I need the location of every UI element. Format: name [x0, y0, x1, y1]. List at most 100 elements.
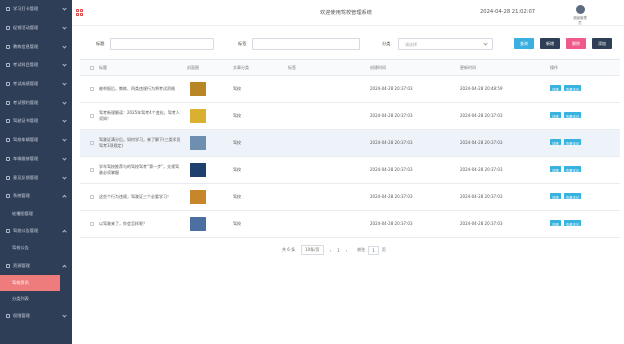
sidebar-subitem-notice[interactable]: 驾校公告 — [0, 240, 72, 256]
detail-button[interactable]: 详情 — [550, 193, 561, 200]
view-comments-button[interactable]: 查看评论 — [563, 139, 582, 146]
chevron-down-icon — [62, 43, 67, 49]
sidebar-item-subject[interactable]: 考试科目管理 — [0, 56, 72, 75]
sidebar-item-resources[interactable]: 资源管理 — [0, 256, 72, 275]
sidebar-item-checkin[interactable]: 学习打卡管理 — [0, 0, 72, 19]
row-checkbox[interactable] — [90, 114, 94, 118]
chevron-down-icon — [62, 118, 67, 123]
row-checkbox[interactable] — [90, 87, 94, 91]
sidebar-item-label: 考试预约管理 — [13, 99, 39, 105]
view-comments-button[interactable]: 查看评论 — [563, 85, 582, 92]
col-category[interactable]: 文章分类 — [229, 65, 284, 71]
tag-label: 标签 — [238, 41, 247, 46]
category-select[interactable]: 请选择 — [398, 38, 493, 50]
gear-icon — [6, 194, 10, 199]
goto-input[interactable]: 1 — [368, 245, 379, 255]
col-updated[interactable]: 更新时间 — [456, 65, 546, 71]
tag-input[interactable] — [252, 38, 360, 50]
title-input[interactable] — [110, 38, 214, 50]
select-all-checkbox[interactable] — [90, 65, 94, 70]
row-category: 驾校 — [233, 140, 241, 145]
chevron-down-icon — [62, 100, 67, 105]
table-row[interactable]: 被举报后，教练、四类违规行为将考试资格 驾校 2024-04-28 20:37:03… — [80, 76, 620, 103]
menu-icon — [6, 100, 10, 105]
sidebar-item-license[interactable]: 驾驶证书管理 — [0, 112, 72, 131]
sidebar-item-promotion[interactable]: 促销活动管理 — [0, 19, 72, 38]
sidebar-item-label: 教练信息管理 — [13, 43, 39, 49]
page-unit: 页 — [381, 247, 386, 252]
add-button[interactable]: 新增 — [540, 38, 560, 49]
sidebar: 学习打卡管理 促销活动管理 教练信息管理 考试科目管理 考试成绩管理 考试预约管… — [0, 0, 72, 344]
chevron-down-icon — [483, 41, 488, 46]
row-category: 驾校 — [233, 194, 241, 199]
menu-toggle-icon[interactable] — [76, 9, 83, 16]
view-comments-button[interactable]: 查看评论 — [563, 193, 582, 200]
col-title[interactable]: 标题 — [95, 65, 183, 71]
row-title: 被举报后，教练、四类违规行为将考试资格 — [99, 86, 175, 91]
sidebar-item-vehicle[interactable]: 驾校车辆管理 — [0, 131, 72, 150]
sidebar-item-label: 学习打卡管理 — [13, 6, 39, 12]
sidebar-item-score[interactable]: 考试成绩管理 — [0, 75, 72, 94]
sidebar-item-label: 轮播图管理 — [12, 210, 33, 216]
menu-icon — [6, 7, 10, 12]
sidebar-item-coach[interactable]: 教练信息管理 — [0, 37, 72, 56]
menu-icon — [6, 82, 10, 87]
query-button[interactable]: 查询 — [514, 38, 534, 49]
table-row[interactable]: 以驾驶来了，你会怎样呢？ 驾校 2024-04-28 20:37:03 2024-04… — [80, 211, 620, 238]
row-checkbox[interactable] — [90, 141, 94, 145]
chevron-down-icon — [62, 137, 67, 142]
pagination: 共 6 条 10条/页 ‹ 1 › 前往 1 页 — [282, 245, 386, 255]
detail-button[interactable]: 详情 — [550, 139, 561, 146]
menu-icon — [6, 26, 10, 31]
table-row[interactable]: 驾驶证满分后，如何学习，来了解下(三类学员驾考3项规定) 驾校 2024-04-28… — [80, 130, 620, 157]
row-category: 驾校 — [233, 86, 241, 91]
prev-page-button[interactable]: ‹ — [330, 248, 332, 253]
detail-button[interactable]: 详情 — [550, 85, 561, 92]
table-row[interactable]: 驾考新规解读：2025年驾考4个变化，驾考人须知！ 驾校 2024-04-28 20… — [80, 103, 620, 130]
table-row[interactable]: 学车驾校推荐与的驾校驾考”第一步”，交规驾驶必须掌握 驾校 2024-04-28 2… — [80, 157, 620, 184]
row-created: 2024-04-28 20:37:03 — [370, 167, 413, 172]
sidebar-item-label: 车辆维修管理 — [13, 155, 39, 161]
sidebar-item-booking[interactable]: 考试预约管理 — [0, 93, 72, 112]
avatar — [575, 5, 585, 14]
watermark: CSDN @kybs1991 — [548, 329, 616, 338]
sidebar-item-label: 权限管理 — [13, 313, 30, 319]
sidebar-item-notice[interactable]: 驾校公告管理 — [0, 222, 72, 241]
row-checkbox[interactable] — [90, 195, 94, 199]
page-size-select[interactable]: 10条/页 — [301, 245, 324, 255]
detail-button[interactable]: 详情 — [550, 166, 561, 173]
row-title: 以驾驶来了，你会怎样呢？ — [99, 221, 147, 226]
page-number[interactable]: 1 — [337, 248, 340, 253]
table-row[interactable]: 这些个行为违规，驾驶证三个必要学习！ 驾校 2024-04-28 20:37:03 2… — [80, 184, 620, 211]
row-updated: 2024-04-28 20:37:03 — [460, 194, 503, 199]
view-comments-button[interactable]: 查看评论 — [563, 220, 582, 227]
chevron-up-icon — [62, 229, 67, 234]
export-button[interactable]: 添加 — [592, 38, 612, 49]
chevron-down-icon — [62, 6, 67, 11]
cover-thumbnail — [190, 217, 206, 231]
total-count: 共 6 条 — [282, 247, 296, 252]
row-checkbox[interactable] — [90, 168, 94, 172]
sidebar-item-feedback[interactable]: 意见反馈管理 — [0, 168, 72, 187]
sidebar-item-label: 考试科目管理 — [13, 62, 39, 68]
view-comments-button[interactable]: 查看评论 — [563, 112, 582, 119]
cover-thumbnail — [190, 136, 206, 150]
delete-button[interactable]: 删除 — [566, 38, 586, 49]
row-checkbox[interactable] — [90, 222, 94, 226]
detail-button[interactable]: 详情 — [550, 112, 561, 119]
sidebar-item-repair[interactable]: 车辆维修管理 — [0, 150, 72, 169]
sidebar-subitem-news[interactable]: 驾校资讯 — [0, 274, 60, 291]
col-created[interactable]: 创建时间 — [366, 65, 456, 71]
user-menu[interactable]: 超级管理员 — [572, 5, 588, 25]
row-title: 驾驶证满分后，如何学习，来了解下(三类学员驾考3项规定) — [99, 137, 181, 148]
sidebar-subitem-categories[interactable]: 分类列表 — [0, 291, 72, 307]
user-name: 超级管理员 — [573, 16, 587, 25]
sidebar-item-permissions[interactable]: 权限管理 — [0, 307, 72, 326]
next-page-button[interactable]: › — [346, 248, 348, 253]
sidebar-item-system[interactable]: 系统管理 — [0, 187, 72, 206]
sidebar-item-label: 分类列表 — [12, 295, 29, 301]
view-comments-button[interactable]: 查看评论 — [563, 166, 582, 173]
sidebar-subitem-carousel[interactable]: 轮播图管理 — [0, 206, 72, 222]
detail-button[interactable]: 详情 — [550, 220, 561, 227]
sidebar-item-label: 意见反馈管理 — [13, 174, 39, 180]
